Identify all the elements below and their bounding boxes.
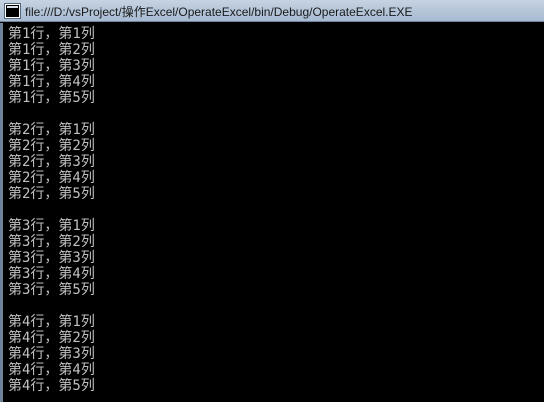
- output-line: 第3行，第2列: [8, 234, 95, 250]
- output-line: 第4行，第2列: [8, 330, 95, 346]
- console-app-icon[interactable]: [5, 4, 20, 18]
- output-line: 第1行，第4列: [8, 74, 95, 90]
- output-group: 第3行，第1列 第3行，第2列 第3行，第3列 第3行，第4列 第3行，第5列: [8, 218, 544, 298]
- output-line: 第4行，第1列: [8, 314, 95, 330]
- output-line: 第1行，第2列: [8, 42, 95, 58]
- output-line: 第2行，第3列: [8, 154, 95, 170]
- output-line: 第2行，第1列: [8, 122, 95, 138]
- output-group: 第4行，第1列 第4行，第2列 第4行，第3列 第4行，第4列 第4行，第5列: [8, 314, 544, 394]
- output-group: 第2行，第1列 第2行，第2列 第2行，第3列 第2行，第4列 第2行，第5列: [8, 122, 544, 202]
- output-line: 第1行，第1列: [8, 26, 95, 42]
- output-line: 第2行，第4列: [8, 170, 95, 186]
- output-line: 第1行，第5列: [8, 90, 95, 106]
- output-line: 第3行，第4列: [8, 266, 95, 282]
- output-line: 第3行，第1列: [8, 218, 95, 234]
- output-line: 第4行，第4列: [8, 362, 95, 378]
- window-title: file:///D:/vsProject/操作Excel/OperateExce…: [25, 5, 413, 19]
- output-line: 第1行，第3列: [8, 58, 95, 74]
- console-output[interactable]: 第1行，第1列 第1行，第2列 第1行，第3列 第1行，第4列 第1行，第5列 …: [0, 23, 544, 402]
- output-line: 第3行，第3列: [8, 250, 95, 266]
- output-line: 第2行，第5列: [8, 186, 95, 202]
- output-line: 第4行，第3列: [8, 346, 95, 362]
- output-line: 第4行，第5列: [8, 378, 95, 394]
- output-line: 第2行，第2列: [8, 138, 95, 154]
- title-bar[interactable]: file:///D:/vsProject/操作Excel/OperateExce…: [0, 0, 544, 22]
- output-group: 第1行，第1列 第1行，第2列 第1行，第3列 第1行，第4列 第1行，第5列: [8, 26, 544, 106]
- console-window: file:///D:/vsProject/操作Excel/OperateExce…: [0, 0, 544, 402]
- output-line: 第3行，第5列: [8, 282, 95, 298]
